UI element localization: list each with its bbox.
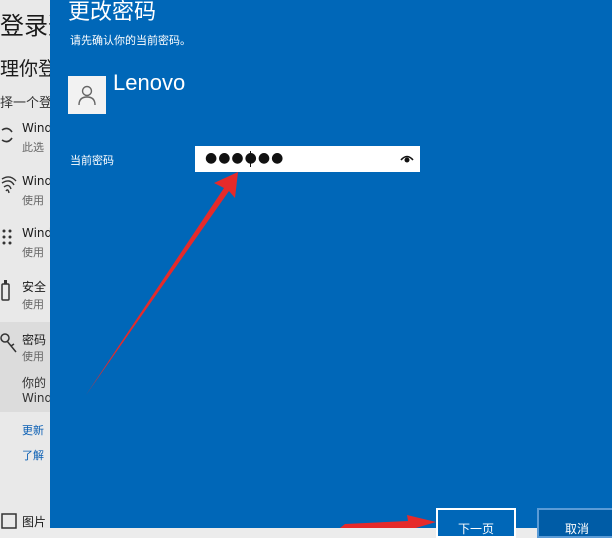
key-icon [0, 333, 17, 353]
password-note-line2: Wind [22, 391, 53, 405]
learn-more-link[interactable]: 了解 [22, 447, 44, 463]
option-pin-desc: 使用 [22, 246, 44, 259]
picture-icon [1, 513, 17, 529]
password-note-line1: 你的 [22, 376, 47, 390]
password-masked-value: ●●●●●● [205, 150, 285, 166]
security-key-icon [1, 280, 10, 301]
update-link[interactable]: 更新 [22, 422, 44, 438]
cancel-button[interactable]: 取消 [537, 508, 612, 538]
current-password-input[interactable]: ●●●●●● [195, 146, 420, 172]
user-icon [78, 85, 96, 106]
face-icon [1, 127, 13, 143]
dialog-title: 更改密码 [68, 0, 157, 25]
dialog-subtitle: 请先确认你的当前密码。 [70, 34, 191, 47]
text-caret [250, 151, 251, 167]
next-button[interactable]: 下一页 [436, 508, 516, 538]
option-password-title[interactable]: 密码 [22, 331, 46, 348]
username: Lenovo [113, 70, 186, 95]
fingerprint-icon [1, 176, 17, 194]
pin-keypad-icon [2, 229, 12, 245]
settings-section-title: 理你登 [0, 58, 58, 80]
option-security-key-desc: 使用 [22, 298, 44, 311]
reveal-password-eye-icon[interactable] [400, 152, 414, 166]
option-fingerprint-title[interactable]: Wind [22, 174, 52, 188]
option-picture-title[interactable]: 图片 [22, 513, 46, 530]
change-password-dialog: 更改密码 请先确认你的当前密码。 Lenovo 当前密码 ●●●●●● 下一页 … [50, 0, 612, 538]
option-security-key-title[interactable]: 安全 [22, 278, 46, 295]
option-face-title[interactable]: Wind [22, 121, 52, 135]
option-fingerprint-desc: 使用 [22, 194, 44, 207]
option-pin-title[interactable]: Wind [22, 226, 52, 240]
option-face-desc: 此选 [22, 141, 44, 154]
user-avatar [68, 76, 106, 114]
option-password-desc: 使用 [22, 350, 44, 363]
current-password-label: 当前密码 [70, 154, 114, 167]
